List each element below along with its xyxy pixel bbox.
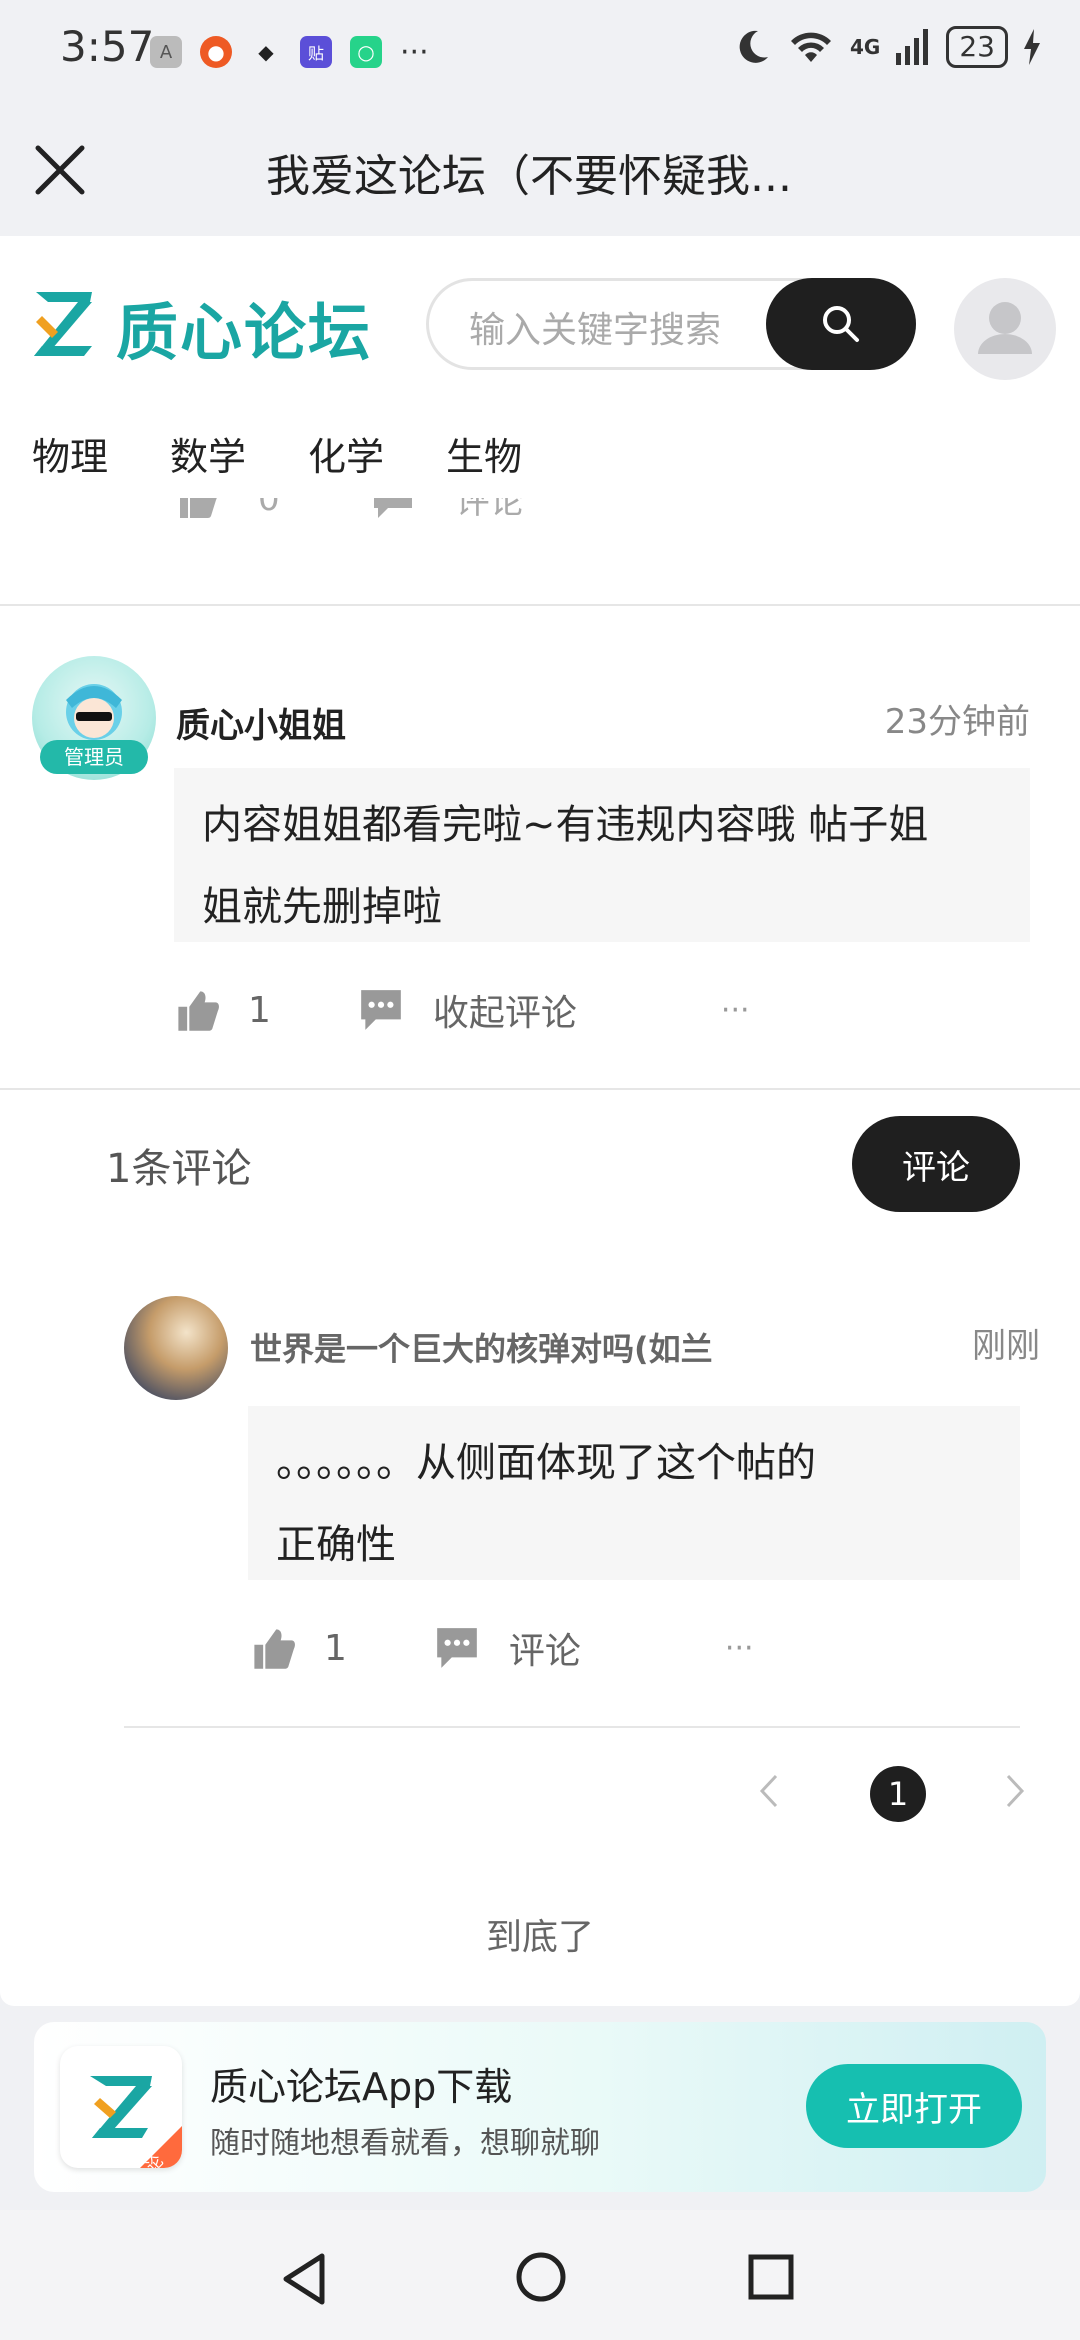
comment-text: 内容姐姐都看完啦~有违规内容哦 帖子姐 姐就先删掉啦 <box>174 768 1030 942</box>
tab-chemistry[interactable]: 化学 <box>308 426 384 481</box>
reply-text-line: 。。。。。。从侧面体现了这个帖的 <box>276 1440 816 1486</box>
reply-time: 刚刚 <box>972 1326 1040 1366</box>
tab-physics[interactable]: 物理 <box>32 426 108 481</box>
a-icon: A <box>150 36 182 68</box>
app-icon: 论坛 <box>60 2046 182 2168</box>
search-placeholder: 输入关键字搜索 <box>469 310 722 351</box>
close-icon[interactable] <box>30 140 90 200</box>
like-count: 1 <box>324 1627 347 1669</box>
previous-item-actions: 0 评论 <box>0 498 1080 542</box>
comment-link[interactable]: 评论 <box>456 498 524 523</box>
comment-count: 1条评论 <box>106 1146 252 1192</box>
camera-icon: ○ <box>350 36 382 68</box>
charging-icon <box>1024 29 1040 65</box>
wifi-icon <box>791 32 832 62</box>
reply-author[interactable]: 世界是一个巨大的核弹对吗(如兰 <box>250 1324 713 1370</box>
moon-icon <box>739 30 769 63</box>
tab-biology[interactable]: 生物 <box>446 426 522 481</box>
signal-icon <box>896 29 929 65</box>
category-tabs: 物理 数学 化学 生物 <box>32 426 522 481</box>
search-icon <box>823 306 859 342</box>
user-avatar[interactable] <box>954 278 1056 380</box>
recents-nav-icon[interactable] <box>746 2252 796 2302</box>
comment-icon[interactable] <box>433 1625 481 1671</box>
comment-text-line: 内容姐姐都看完啦~有违规内容哦 帖子姐 <box>202 802 929 848</box>
network-type: 4G <box>850 35 881 59</box>
forum-page: 质心论坛 输入关键字搜索 物理 数学 化学 生物 0 评论 管理员 质心小姐姐 … <box>0 236 1080 2006</box>
comment-author[interactable]: 质心小姐姐 <box>176 698 346 747</box>
reply-comment-link[interactable]: 评论 <box>509 1622 581 1674</box>
reply-avatar[interactable] <box>124 1296 228 1400</box>
like-count: 0 <box>258 498 280 519</box>
home-nav-icon[interactable] <box>514 2250 568 2304</box>
banner-title: 质心论坛App下载 <box>210 2065 513 2109</box>
divider <box>0 604 1080 606</box>
divider <box>0 1088 1080 1090</box>
battery-level: 23 <box>946 26 1008 68</box>
logo-icon[interactable] <box>32 286 96 362</box>
reply-text-line: 正确性 <box>276 1522 396 1568</box>
prev-page-icon[interactable] <box>758 1772 780 1810</box>
like-count: 1 <box>248 989 271 1031</box>
notification-icons: A ● ◆ 贴 ○ ··· <box>150 32 429 72</box>
banner-subtitle: 随时随地想看就看，想聊就聊 <box>210 2126 600 2161</box>
like-icon[interactable] <box>174 987 220 1033</box>
next-page-icon[interactable] <box>1004 1772 1026 1810</box>
more-options-icon[interactable]: ··· <box>721 993 750 1028</box>
search-button[interactable] <box>766 278 916 370</box>
reply-text: 。。。。。。从侧面体现了这个帖的 正确性 <box>248 1406 1020 1580</box>
qq-icon: ◆ <box>258 40 274 64</box>
weibo-icon: ● <box>200 36 232 68</box>
admin-badge: 管理员 <box>40 740 148 774</box>
title-bar: 我爱这论坛（不要怀疑我... <box>0 100 1080 236</box>
comment-icon[interactable] <box>357 987 405 1033</box>
like-icon[interactable] <box>250 1625 296 1671</box>
collapse-comments-link[interactable]: 收起评论 <box>433 984 577 1036</box>
page-title: 我爱这论坛（不要怀疑我... <box>266 151 792 202</box>
open-app-button[interactable]: 立即打开 <box>806 2064 1022 2148</box>
system-nav-bar <box>0 2210 1080 2340</box>
end-of-list: 到底了 <box>485 1917 594 1958</box>
status-time: 3:57 <box>60 22 155 71</box>
tieba-icon: 贴 <box>300 36 332 68</box>
more-notifications-icon: ··· <box>400 34 429 70</box>
comment-button[interactable]: 评论 <box>852 1116 1020 1212</box>
comment-actions: 1 收起评论 ··· <box>174 984 750 1036</box>
system-status: 4G 23 <box>732 26 1040 68</box>
status-bar: 3:57 A ● ◆ 贴 ○ ··· 4G 23 <box>0 0 1080 100</box>
like-icon[interactable] <box>176 498 218 520</box>
current-page[interactable]: 1 <box>870 1766 926 1822</box>
app-download-banner[interactable]: 论坛 质心论坛App下载 随时随地想看就看，想聊就聊 立即打开 <box>34 2022 1046 2192</box>
comment-icon[interactable] <box>370 498 416 520</box>
reply-actions: 1 评论 ··· <box>250 1622 754 1674</box>
logo-text[interactable]: 质心论坛 <box>116 282 372 372</box>
more-options-icon[interactable]: ··· <box>725 1631 754 1666</box>
comment-text-line: 姐就先删掉啦 <box>202 884 442 930</box>
back-nav-icon[interactable] <box>280 2252 330 2306</box>
divider <box>124 1726 1020 1728</box>
comment-time: 23分钟前 <box>884 702 1030 742</box>
user-icon <box>978 302 1032 354</box>
tab-math[interactable]: 数学 <box>170 426 246 481</box>
